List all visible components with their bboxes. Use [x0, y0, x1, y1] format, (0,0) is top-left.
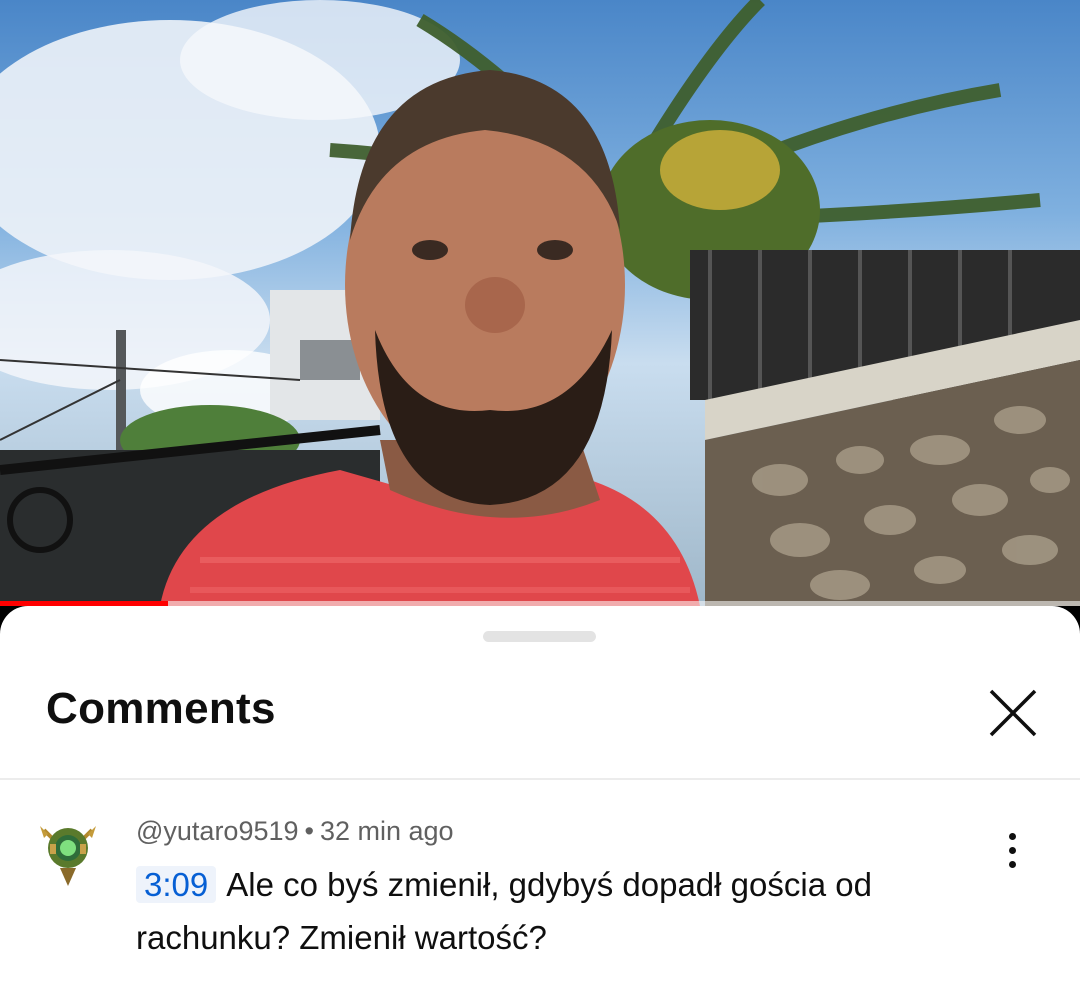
meta-separator: • — [304, 816, 314, 846]
comment-body: 3:09 Ale co byś zmienił, gdybyś dopadł go… — [136, 858, 986, 964]
comments-title: Comments — [46, 684, 276, 733]
close-button[interactable] — [982, 682, 1044, 744]
comment-time: 32 min ago — [319, 816, 454, 846]
comment-more-button[interactable] — [990, 828, 1034, 872]
avatar[interactable] — [36, 816, 100, 888]
comment-text: Ale co byś zmienił, gdybyś dopadł gościa… — [136, 866, 872, 956]
close-icon — [989, 689, 1037, 737]
video-player[interactable] — [0, 0, 1080, 606]
more-vert-icon — [1008, 832, 1016, 840]
timestamp-link[interactable]: 3:09 — [136, 866, 217, 903]
comment-meta: @yutaro9519 • 32 min ago — [136, 816, 454, 847]
comment-author[interactable]: @yutaro9519 — [136, 816, 299, 846]
drag-handle[interactable] — [483, 631, 596, 642]
avatar-emblem-icon — [40, 826, 96, 886]
comments-sheet: Comments @yutaro9519 • 32 min ago 3:09 Ale … — [0, 606, 1080, 999]
header-divider — [0, 778, 1080, 780]
video-frame — [0, 0, 1080, 606]
